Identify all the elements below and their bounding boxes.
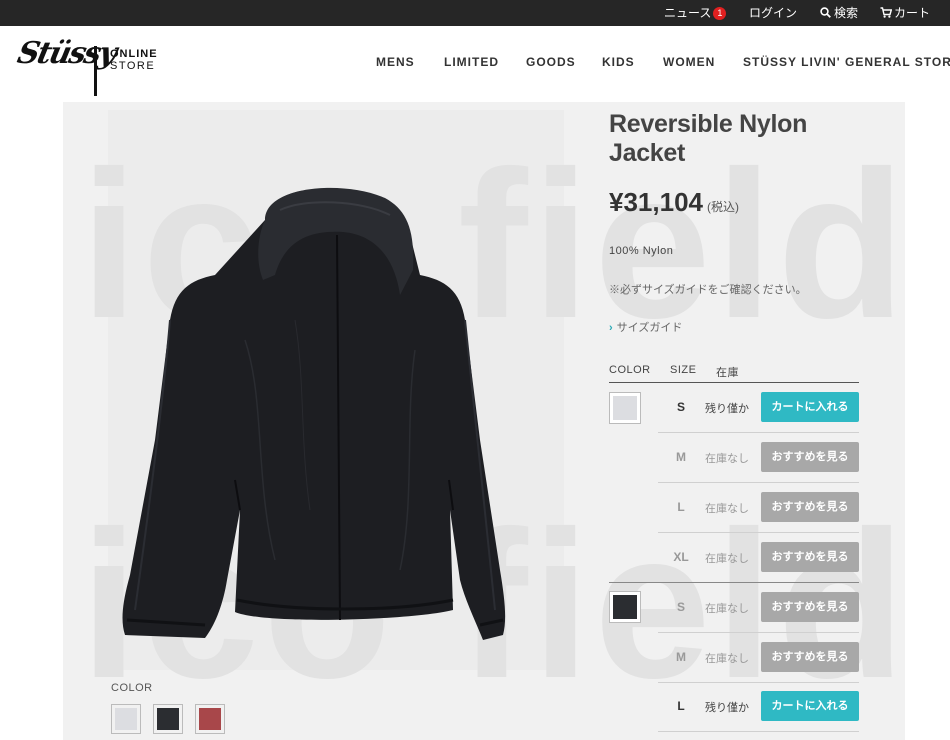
size-cell: XL bbox=[673, 550, 689, 564]
stock-cell: 在庫なし bbox=[705, 603, 749, 615]
row-divider bbox=[658, 482, 859, 483]
price-value: ¥31,104 bbox=[609, 187, 703, 217]
cart-icon bbox=[880, 7, 893, 18]
color-thumb-red[interactable] bbox=[195, 704, 225, 734]
news-label: ニュース bbox=[664, 6, 712, 20]
nav-limited[interactable]: LIMITED bbox=[444, 55, 499, 69]
thumb-fill bbox=[199, 708, 221, 730]
size-cell: M bbox=[676, 650, 686, 664]
cart-label: カート bbox=[894, 6, 931, 20]
row-divider bbox=[658, 731, 859, 732]
size-cell: L bbox=[677, 699, 685, 713]
product-price: ¥31,104 (税込) bbox=[609, 187, 739, 218]
column-header-color: COLOR bbox=[609, 364, 651, 376]
see-recommendations-button[interactable]: おすすめを見る bbox=[761, 592, 859, 622]
see-recommendations-button[interactable]: おすすめを見る bbox=[761, 442, 859, 472]
stock-cell: 在庫なし bbox=[705, 553, 749, 565]
see-recommendations-button[interactable]: おすすめを見る bbox=[761, 642, 859, 672]
search-label: 検索 bbox=[834, 6, 859, 20]
top-utility-bar: ニュース 1 ログイン 検索 カート bbox=[0, 0, 950, 26]
swatch-light-gray[interactable] bbox=[609, 392, 641, 424]
see-recommendations-button[interactable]: おすすめを見る bbox=[761, 492, 859, 522]
thumb-fill bbox=[157, 708, 179, 730]
product-image[interactable] bbox=[115, 180, 560, 650]
stock-cell: 在庫なし bbox=[705, 653, 749, 665]
size-cell: M bbox=[676, 450, 686, 464]
swatch-fill bbox=[613, 595, 637, 619]
nav-kids[interactable]: KIDS bbox=[602, 55, 635, 69]
nav-goods[interactable]: GOODS bbox=[526, 55, 576, 69]
color-thumb-charcoal[interactable] bbox=[153, 704, 183, 734]
news-link[interactable]: ニュース 1 bbox=[664, 0, 727, 26]
row-divider bbox=[658, 532, 859, 533]
logo-store-text: STORE bbox=[110, 60, 156, 72]
chevron-right-icon: › bbox=[609, 322, 613, 334]
column-header-size: SIZE bbox=[670, 364, 697, 376]
stock-cell: 残り僅か bbox=[705, 702, 749, 714]
login-link[interactable]: ログイン bbox=[749, 0, 797, 26]
nav-general-store[interactable]: STÜSSY LIVIN' GENERAL STORE bbox=[743, 55, 950, 69]
row-divider bbox=[658, 432, 859, 433]
add-to-cart-button[interactable]: カートに入れる bbox=[761, 392, 859, 422]
stock-cell: 在庫なし bbox=[705, 503, 749, 515]
color-thumb-light-gray[interactable] bbox=[111, 704, 141, 734]
nav-mens[interactable]: MENS bbox=[376, 55, 415, 69]
stock-cell: 在庫なし bbox=[705, 453, 749, 465]
row-divider bbox=[658, 682, 859, 683]
stock-cell: 残り僅か bbox=[705, 403, 749, 415]
search-icon bbox=[820, 7, 831, 18]
tax-label: (税込) bbox=[706, 200, 739, 214]
size-guide-note: ※必ずサイズガイドをご確認ください。 bbox=[609, 284, 807, 296]
search-link[interactable]: 検索 bbox=[820, 0, 858, 26]
column-header-stock: 在庫 bbox=[716, 367, 739, 379]
color-group-divider bbox=[609, 582, 859, 583]
news-count-badge: 1 bbox=[713, 7, 727, 20]
cart-link[interactable]: カート bbox=[880, 0, 930, 26]
nav-women[interactable]: WOMEN bbox=[663, 55, 715, 69]
see-recommendations-button[interactable]: おすすめを見る bbox=[761, 542, 859, 572]
size-cell: S bbox=[676, 600, 685, 614]
product-title: Reversible Nylon Jacket bbox=[609, 110, 808, 167]
swatch-fill bbox=[613, 396, 637, 420]
add-to-cart-button[interactable]: カートに入れる bbox=[761, 691, 859, 721]
size-guide-link[interactable]: › サイズガイド bbox=[609, 319, 682, 335]
gallery-color-label: COLOR bbox=[111, 682, 153, 694]
table-header-divider bbox=[609, 382, 859, 383]
logo-online-text: ONLINE bbox=[110, 48, 158, 60]
size-cell: S bbox=[676, 400, 685, 414]
logo-script: Stüssy bbox=[14, 36, 119, 71]
thumb-fill bbox=[115, 708, 137, 730]
row-divider bbox=[658, 632, 859, 633]
swatch-charcoal[interactable] bbox=[609, 591, 641, 623]
size-cell: L bbox=[677, 500, 685, 514]
logo-stem bbox=[94, 46, 97, 96]
product-material: 100% Nylon bbox=[609, 245, 674, 257]
size-guide-label: サイズガイド bbox=[616, 322, 683, 334]
